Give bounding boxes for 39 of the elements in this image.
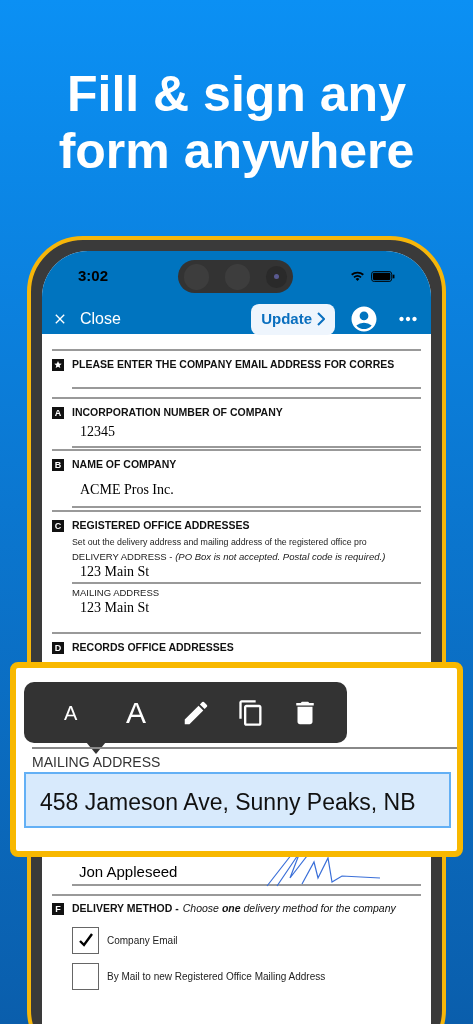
field-value: 12345 [80, 422, 116, 441]
profile-icon[interactable] [349, 304, 379, 334]
checkbox[interactable] [72, 926, 99, 954]
section-marker: D [52, 641, 64, 654]
section-marker: C [52, 519, 64, 532]
section-marker: A [52, 406, 64, 419]
battery-icon [371, 270, 395, 282]
section-marker: F [52, 902, 64, 915]
update-button[interactable]: Update [251, 303, 335, 335]
section-title: REGISTERED OFFICE ADDRESSES [72, 518, 250, 533]
section-title: PLEASE ENTER THE COMPANY EMAIL ADDRESS FOR CORRES [72, 357, 395, 372]
status-time: 3:02 [78, 266, 109, 286]
chevron-icon [317, 312, 325, 326]
field-value: 123 Main St [80, 598, 151, 617]
field-label: MAILING ADDRESS [32, 753, 161, 772]
smaller-text-button[interactable]: A [50, 702, 91, 723]
checkbox[interactable] [72, 962, 99, 990]
section-title: INCORPORATION NUMBER OF COMPANY [72, 405, 283, 420]
larger-text-button[interactable]: A [116, 697, 157, 728]
signer-name: Jon Appleseed [79, 861, 178, 882]
field-value: ACME Pros Inc. [80, 480, 175, 499]
headline: Fill & sign any form anywhere [57, 65, 416, 180]
checkmark-icon [77, 932, 94, 949]
section-title: NAME OF COMPANY [72, 457, 177, 472]
close-link[interactable]: Close [80, 307, 121, 331]
section-marker: B [52, 458, 64, 471]
option-label: By Mail to new Registered Office Mailing Address [107, 969, 326, 984]
section-title: RECORDS OFFICE ADDRESSES [72, 640, 234, 655]
copy-icon[interactable] [236, 698, 265, 727]
star-icon [52, 358, 64, 371]
field-label: DELIVERY ADDRESS - (PO Box is not accepted. Postal code is required.) [72, 549, 387, 563]
address-input-field[interactable]: 458 Jameson Ave, Sunny Peaks, NB [24, 772, 451, 828]
field-label: MAILING ADDRESS [72, 585, 161, 599]
field-value: 123 Main St [80, 562, 151, 581]
option-label: Company Email [107, 933, 178, 948]
section-instruction: Choose one delivery method for the company [182, 901, 396, 916]
section-note: Set out the delivery address and mailing address of the registered office pro [72, 535, 368, 548]
wifi-icon [350, 270, 365, 282]
section-title: DELIVERY METHOD - [72, 901, 179, 916]
